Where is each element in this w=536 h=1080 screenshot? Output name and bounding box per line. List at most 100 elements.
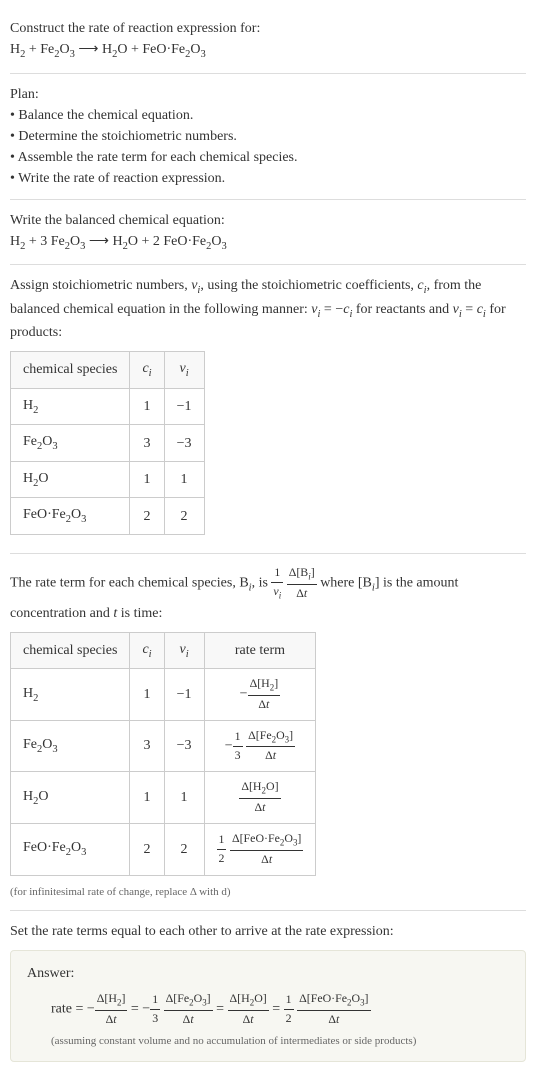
cell-ci: 2 — [130, 823, 164, 875]
table-header-row: chemical species ci νi — [11, 352, 205, 389]
final-t4a: 12 — [284, 991, 294, 1028]
cell-species: Fe2O3 — [11, 720, 130, 772]
cell-rateterm: −13 Δ[Fe2O3]Δt — [204, 720, 316, 772]
unbalanced-equation: H2 + Fe2O3 ⟶ H2O + FeO·Fe2O3 — [10, 39, 526, 63]
rt4-1: 1 — [217, 831, 227, 850]
cell-ci: 1 — [130, 461, 164, 498]
ft2a-den: 3 — [150, 1010, 160, 1028]
rt-f2-close: ] — [311, 565, 315, 579]
rtnui-i: i — [186, 648, 189, 659]
rt4-den: Δt — [230, 851, 303, 869]
rt2-no: O — [276, 728, 285, 742]
cell-ci: 3 — [130, 720, 164, 772]
cell-rateterm: Δ[H2O]Δt — [204, 772, 316, 824]
table-row: Fe2O3 3 −3 — [11, 425, 205, 462]
cell-species: H2 — [11, 669, 130, 721]
rt-f2-dt: Δt — [296, 586, 307, 600]
ft2b-den: Δt — [164, 1011, 213, 1029]
stoich-intro: Assign stoichiometric numbers, νi, using… — [10, 275, 526, 343]
col-species: chemical species — [11, 632, 130, 669]
prompt-text: Construct the rate of reaction expressio… — [10, 18, 526, 39]
rt4-2d: 2 — [217, 850, 227, 868]
bal-feo-sub2: 3 — [222, 240, 227, 251]
r1-sp: H — [23, 398, 33, 413]
rt4-nc: ] — [297, 831, 301, 845]
rt1-den: Δt — [248, 696, 281, 714]
cell-ci: 1 — [130, 388, 164, 425]
ft1-dh: Δ[H — [97, 991, 117, 1005]
stoich-text4: for reactants and — [352, 302, 452, 317]
ft2a-num: 1 — [150, 991, 160, 1010]
rt1-close: ] — [274, 676, 278, 690]
rt-where: where [B — [320, 575, 372, 590]
rt2-neg: − — [225, 738, 233, 753]
rt3-dh: Δ[H — [241, 779, 261, 793]
col-ci: ci — [130, 632, 164, 669]
cell-nui: −1 — [164, 669, 204, 721]
plan-bullet-1: • Balance the chemical equation. — [10, 105, 526, 126]
feq2: = — [213, 1002, 228, 1017]
ft2b-o: O — [194, 991, 203, 1005]
rt2-sub2: 3 — [52, 744, 57, 755]
rt4-no: O — [284, 831, 293, 845]
cell-species: Fe2O3 — [11, 425, 130, 462]
ft3-dh: Δ[H — [230, 991, 250, 1005]
final-t2b: Δ[Fe2O3]Δt — [164, 990, 213, 1029]
rtci-i: i — [149, 648, 152, 659]
final-t3: Δ[H2O]Δt — [228, 990, 269, 1029]
stoich-text2: , using the stoichiometric coefficients, — [200, 278, 417, 293]
final-section: Set the rate terms equal to each other t… — [10, 911, 526, 1072]
rt3-frac: Δ[H2O]Δt — [239, 778, 280, 817]
rt-is: , is — [252, 575, 272, 590]
rt4-o: O — [71, 840, 81, 855]
rt2-frac2: Δ[Fe2O3]Δt — [246, 727, 295, 766]
rt2-3: 3 — [233, 747, 243, 765]
bal-arrow: ⟶ H — [85, 234, 122, 249]
rateterm-intro: The rate term for each chemical species,… — [10, 564, 526, 624]
rt1-frac: Δ[H2]Δt — [248, 675, 281, 714]
rt2-o: O — [42, 737, 52, 752]
r3-o: O — [38, 471, 48, 486]
cell-species: FeO·Fe2O3 — [11, 823, 130, 875]
table-row: H2 1 −1 — [11, 388, 205, 425]
rate-expression: rate = −Δ[H2]Δt = −13 Δ[Fe2O3]Δt = Δ[H2O… — [27, 990, 509, 1029]
rt4-sp: FeO·Fe — [23, 840, 66, 855]
bal-h2: H — [10, 234, 20, 249]
nui-i: i — [186, 368, 189, 379]
cell-ci: 2 — [130, 498, 164, 535]
rt-f1-den: νi — [271, 583, 283, 603]
rt4-frac1: 12 — [217, 831, 227, 868]
bal-fe-o: O — [70, 234, 80, 249]
ft3-num: Δ[H2O] — [228, 990, 269, 1011]
cell-species: FeO·Fe2O3 — [11, 498, 130, 535]
cell-ci: 1 — [130, 669, 164, 721]
col-species: chemical species — [11, 352, 130, 389]
eq-plus-fe: + Fe — [25, 42, 54, 57]
rt2-num: Δ[Fe2O3] — [246, 727, 295, 748]
rt4-sub2: 3 — [81, 847, 86, 858]
final-t4b: Δ[FeO·Fe2O3]Δt — [297, 990, 370, 1029]
cell-species: H2 — [11, 388, 130, 425]
ft3-den: Δt — [228, 1011, 269, 1029]
table-row: H2 1 −1 −Δ[H2]Δt — [11, 669, 316, 721]
balanced-equation: H2 + 3 Fe2O3 ⟶ H2O + 2 FeO·Fe2O3 — [10, 231, 526, 255]
bal-3fe: + 3 Fe — [25, 234, 64, 249]
r2-sub2: 3 — [52, 441, 57, 452]
eq-arrow-h2o: ⟶ H — [75, 42, 112, 57]
r4-sp: FeO·Fe — [23, 507, 66, 522]
rt-f2-num: Δ[Bi] — [287, 564, 317, 585]
rt-f1-i: i — [279, 590, 281, 600]
rt-istime: is time: — [117, 606, 162, 621]
rt-frac-1nu: 1 νi — [271, 564, 283, 603]
answer-box: Answer: rate = −Δ[H2]Δt = −13 Δ[Fe2O3]Δt… — [10, 950, 526, 1062]
rt1-num: Δ[H2] — [248, 675, 281, 696]
ft3-o: O] — [254, 991, 267, 1005]
cell-nui: 2 — [164, 823, 204, 875]
rt2-sp: Fe — [23, 737, 37, 752]
table-row: H2O 1 1 Δ[H2O]Δt — [11, 772, 316, 824]
table-row: Fe2O3 3 −3 −13 Δ[Fe2O3]Δt — [11, 720, 316, 772]
rt-f2-den: Δt — [287, 585, 317, 603]
r4-o: O — [71, 507, 81, 522]
rt-text1: The rate term for each chemical species,… — [10, 575, 249, 590]
plan-section: Plan: • Balance the chemical equation. •… — [10, 74, 526, 200]
